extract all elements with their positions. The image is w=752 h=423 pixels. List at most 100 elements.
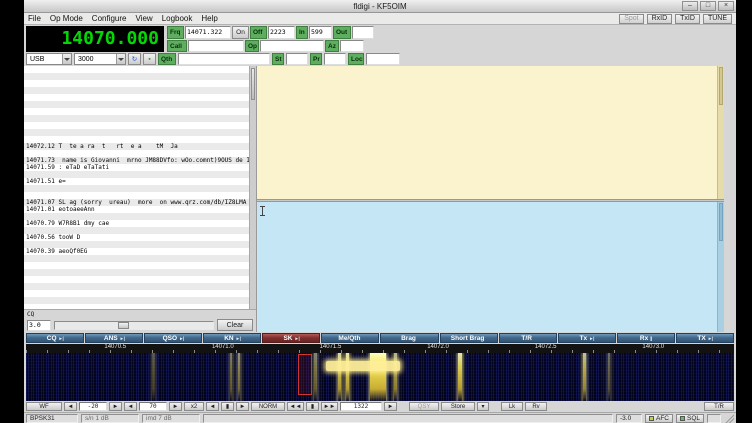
waterfall-control-button[interactable]: ◄ <box>124 402 137 411</box>
close-button[interactable]: × <box>718 1 734 11</box>
waterfall-control-button[interactable]: ▮ <box>306 402 319 411</box>
browser-row[interactable] <box>24 115 249 122</box>
transmit-scrollbar[interactable] <box>717 202 724 332</box>
browser-clear-button[interactable]: Clear <box>217 319 253 331</box>
op-input[interactable] <box>260 40 324 52</box>
macro-button[interactable]: T/R <box>499 333 557 343</box>
call-label[interactable]: Call <box>167 40 187 52</box>
province-input[interactable] <box>324 53 346 65</box>
waterfall-control-button[interactable]: x2 <box>184 402 204 411</box>
time-off-label[interactable]: Off <box>250 26 267 39</box>
locator-label[interactable]: Loc <box>348 53 364 65</box>
waterfall-control-button[interactable]: Store <box>441 402 475 411</box>
macro-button[interactable]: Me/Qth <box>321 333 379 343</box>
browser-row[interactable]: 14070.79 W7R8B1 dmy cae <box>24 220 249 227</box>
browser-row[interactable] <box>24 150 249 157</box>
browser-row[interactable] <box>24 255 249 262</box>
waterfall-control-button[interactable]: ►► <box>321 402 338 411</box>
macro-button[interactable]: Short Brag <box>440 333 498 343</box>
menu-item[interactable]: File <box>28 14 41 23</box>
browser-row[interactable] <box>24 297 249 304</box>
rst-out-label[interactable]: Out <box>333 26 351 39</box>
qth-label[interactable]: Qth <box>158 53 176 65</box>
receive-scrollbar[interactable] <box>717 66 724 199</box>
browser-row[interactable] <box>24 276 249 283</box>
menu-item[interactable]: View <box>135 14 152 23</box>
restore-frequency-button[interactable]: ↻ <box>128 53 141 65</box>
browser-row[interactable] <box>24 185 249 192</box>
rst-out-input[interactable] <box>352 26 374 39</box>
waterfall-control-button[interactable]: ◄ <box>64 402 77 411</box>
browser-row[interactable] <box>24 213 249 220</box>
waterfall-control-button[interactable]: ▮ <box>221 402 234 411</box>
browser-row[interactable] <box>24 129 249 136</box>
menu-toggle-button[interactable]: Spot <box>619 14 643 24</box>
browser-row[interactable]: 14071.59 : eTaD eTaTati <box>24 164 249 171</box>
receive-text-body[interactable] <box>257 66 717 199</box>
tuning-marker[interactable] <box>298 354 312 395</box>
waterfall-control-button[interactable]: WF <box>26 402 62 411</box>
browser-row[interactable] <box>24 269 249 276</box>
call-input[interactable] <box>188 40 244 52</box>
macro-button[interactable]: Tx ►| <box>558 333 616 343</box>
browser-row[interactable] <box>24 136 249 143</box>
browser-row[interactable] <box>24 262 249 269</box>
time-off-input[interactable]: 2223 <box>268 26 295 39</box>
rst-in-input[interactable]: 599 <box>309 26 332 39</box>
waterfall-control-button[interactable]: ► <box>384 402 397 411</box>
waterfall-control-button[interactable]: ► <box>236 402 249 411</box>
titlebar[interactable]: fldigi - KF5OIM – □ × <box>24 0 736 13</box>
locator-input[interactable] <box>366 53 400 65</box>
browser-row[interactable]: 14071.07 SL ag (sorry ureau) more on www… <box>24 199 249 206</box>
bandwidth-select[interactable]: 3000 <box>74 53 126 65</box>
browser-squelch-slider[interactable] <box>54 321 214 330</box>
receive-text-panel[interactable] <box>257 66 724 199</box>
time-on-button[interactable]: On <box>232 26 249 39</box>
frequency-display[interactable]: 14070.000 <box>26 26 164 52</box>
waterfall-control-button[interactable]: ► <box>109 402 122 411</box>
state-input[interactable] <box>286 53 308 65</box>
menu-item[interactable]: Logbook <box>162 14 193 23</box>
waterfall-control-button[interactable]: T/R <box>704 402 734 411</box>
waterfall-control-button[interactable]: ► <box>169 402 182 411</box>
sideband-select[interactable]: USB <box>26 53 72 65</box>
waterfall-control-button[interactable]: ◄◄ <box>287 402 304 411</box>
waterfall-display[interactable] <box>26 353 734 401</box>
waterfall-control-button[interactable]: QSY <box>409 402 439 411</box>
browser-row[interactable]: 14071.51 e= <box>24 178 249 185</box>
az-input[interactable] <box>340 40 364 52</box>
browser-row[interactable] <box>24 73 249 80</box>
browser-row[interactable]: 14071.01 eotoaeeAnn <box>24 206 249 213</box>
waterfall-control-button[interactable]: Rv <box>525 402 547 411</box>
maximize-button[interactable]: □ <box>700 1 716 11</box>
macro-button[interactable]: KN ►| <box>203 333 261 343</box>
macro-button[interactable]: SK ►| <box>262 333 320 343</box>
slider-thumb[interactable] <box>118 322 129 329</box>
waterfall-control-button[interactable]: ◄ <box>206 402 219 411</box>
browser-scrollbar[interactable] <box>249 66 256 309</box>
frq-label[interactable]: Frq <box>167 26 184 39</box>
sql-button[interactable]: SQL <box>676 414 704 423</box>
browser-row[interactable] <box>24 192 249 199</box>
menu-toggle-button[interactable]: TUNE <box>703 14 732 24</box>
browser-row[interactable] <box>24 66 249 73</box>
browser-row[interactable] <box>24 101 249 108</box>
browser-row[interactable]: 14071.73 name is Giovanni mrno JM88DVfo:… <box>24 157 249 164</box>
menu-item[interactable]: Help <box>201 14 217 23</box>
menu-toggle-button[interactable]: TxID <box>675 14 700 24</box>
browser-row[interactable] <box>24 171 249 178</box>
browser-row[interactable]: 14070.56 tooW D <box>24 234 249 241</box>
browser-row[interactable] <box>24 87 249 94</box>
op-label[interactable]: Op <box>245 40 259 52</box>
mode-status[interactable]: BPSK31 <box>26 414 78 423</box>
transmit-text-body[interactable] <box>257 202 717 332</box>
macro-button[interactable]: QSO ►| <box>144 333 202 343</box>
menu-toggle-button[interactable]: RxID <box>647 14 673 24</box>
browser-row[interactable] <box>24 108 249 115</box>
browser-row[interactable] <box>24 241 249 248</box>
browser-row[interactable] <box>24 227 249 234</box>
browser-row[interactable] <box>24 122 249 129</box>
macro-button[interactable]: TX ►| <box>676 333 734 343</box>
browser-row[interactable] <box>24 283 249 290</box>
macro-button[interactable]: Brag <box>380 333 438 343</box>
